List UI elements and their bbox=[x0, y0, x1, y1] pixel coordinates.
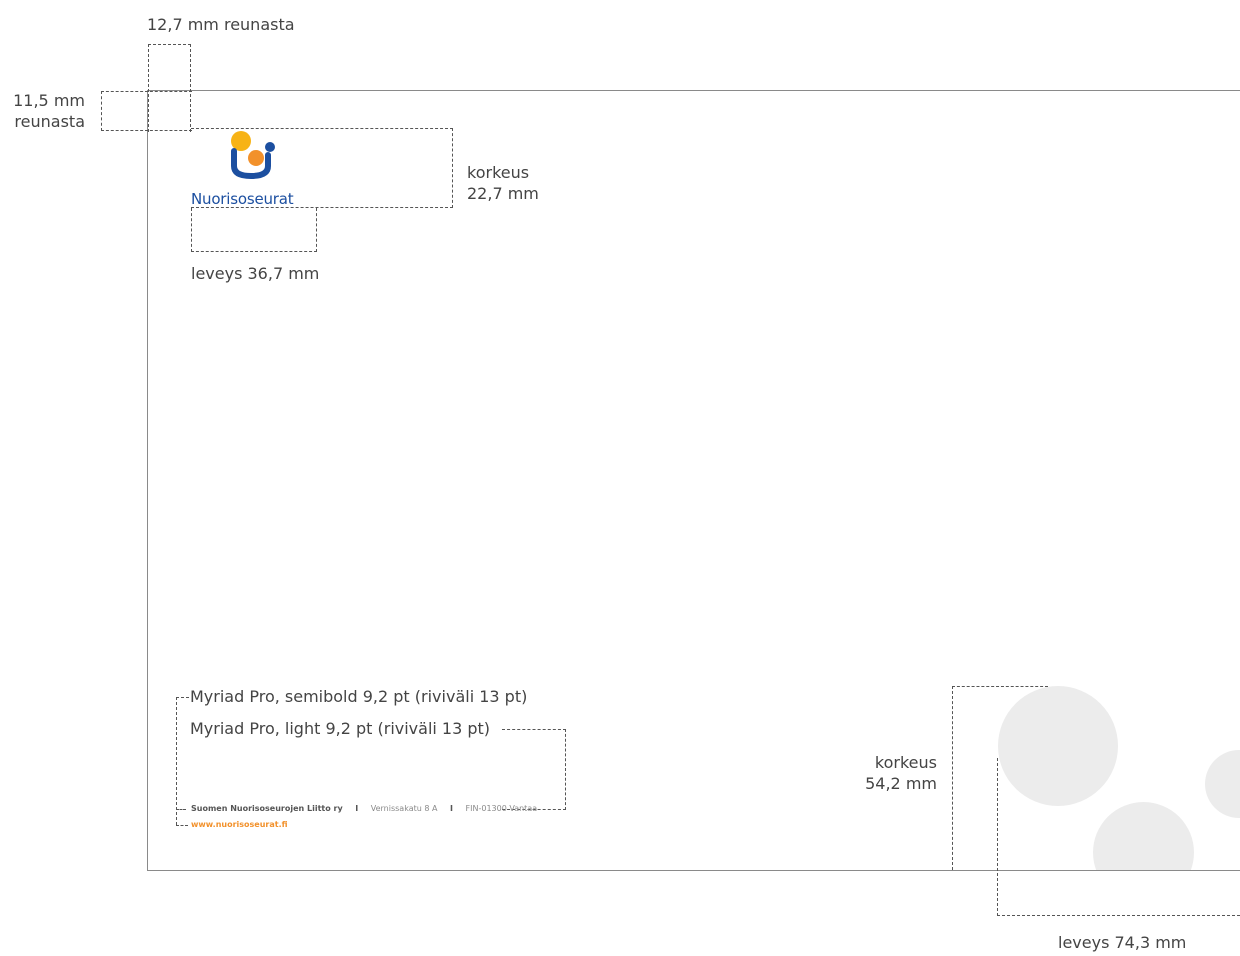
footer-url-line: www.nuorisoseurat.fi bbox=[191, 819, 288, 831]
semibold-spec-guide-bottom bbox=[176, 809, 186, 810]
light-spec-label: Myriad Pro, light 9,2 pt (riviväli 13 pt… bbox=[190, 719, 491, 738]
semibold-spec-label: Myriad Pro, semibold 9,2 pt (riviväli 13… bbox=[190, 687, 528, 706]
logo-width-guide bbox=[191, 208, 317, 252]
footer-separator-1: I bbox=[355, 804, 359, 813]
logo-height-value: 22,7 mm bbox=[467, 184, 539, 203]
nuorisoseurat-logo: Nuorisoseurat bbox=[191, 128, 317, 208]
decor-height-label: korkeus bbox=[874, 753, 937, 772]
logo-width-label: leveys 36,7 mm bbox=[191, 264, 320, 283]
logo-height-label: korkeus bbox=[467, 163, 530, 182]
url-guide-bottom bbox=[176, 825, 188, 826]
top-margin-label: 12,7 mm reunasta bbox=[147, 15, 295, 34]
left-margin-guide bbox=[101, 91, 192, 131]
semibold-spec-guide bbox=[176, 697, 189, 825]
left-margin-value: 11,5 mm bbox=[13, 91, 85, 110]
footer-city: FIN-01300 Vantaa bbox=[465, 804, 538, 813]
logo-wordmark: Nuorisoseurat bbox=[191, 190, 294, 208]
left-margin-unit: reunasta bbox=[14, 112, 85, 131]
decor-height-value: 54,2 mm bbox=[865, 774, 937, 793]
decor-width-guide bbox=[997, 758, 1240, 916]
light-spec-guide bbox=[502, 729, 566, 810]
footer-separator-2: I bbox=[450, 804, 453, 813]
footer-street: Vernissakatu 8 A bbox=[370, 804, 438, 813]
footer-url: www.nuorisoseurat.fi bbox=[191, 820, 288, 829]
decor-width-label: leveys 74,3 mm bbox=[1058, 933, 1187, 952]
footer-address: Suomen Nuorisoseurojen Liitto ry I Verni… bbox=[191, 803, 537, 815]
footer-organization: Suomen Nuorisoseurojen Liitto ry bbox=[191, 804, 343, 813]
